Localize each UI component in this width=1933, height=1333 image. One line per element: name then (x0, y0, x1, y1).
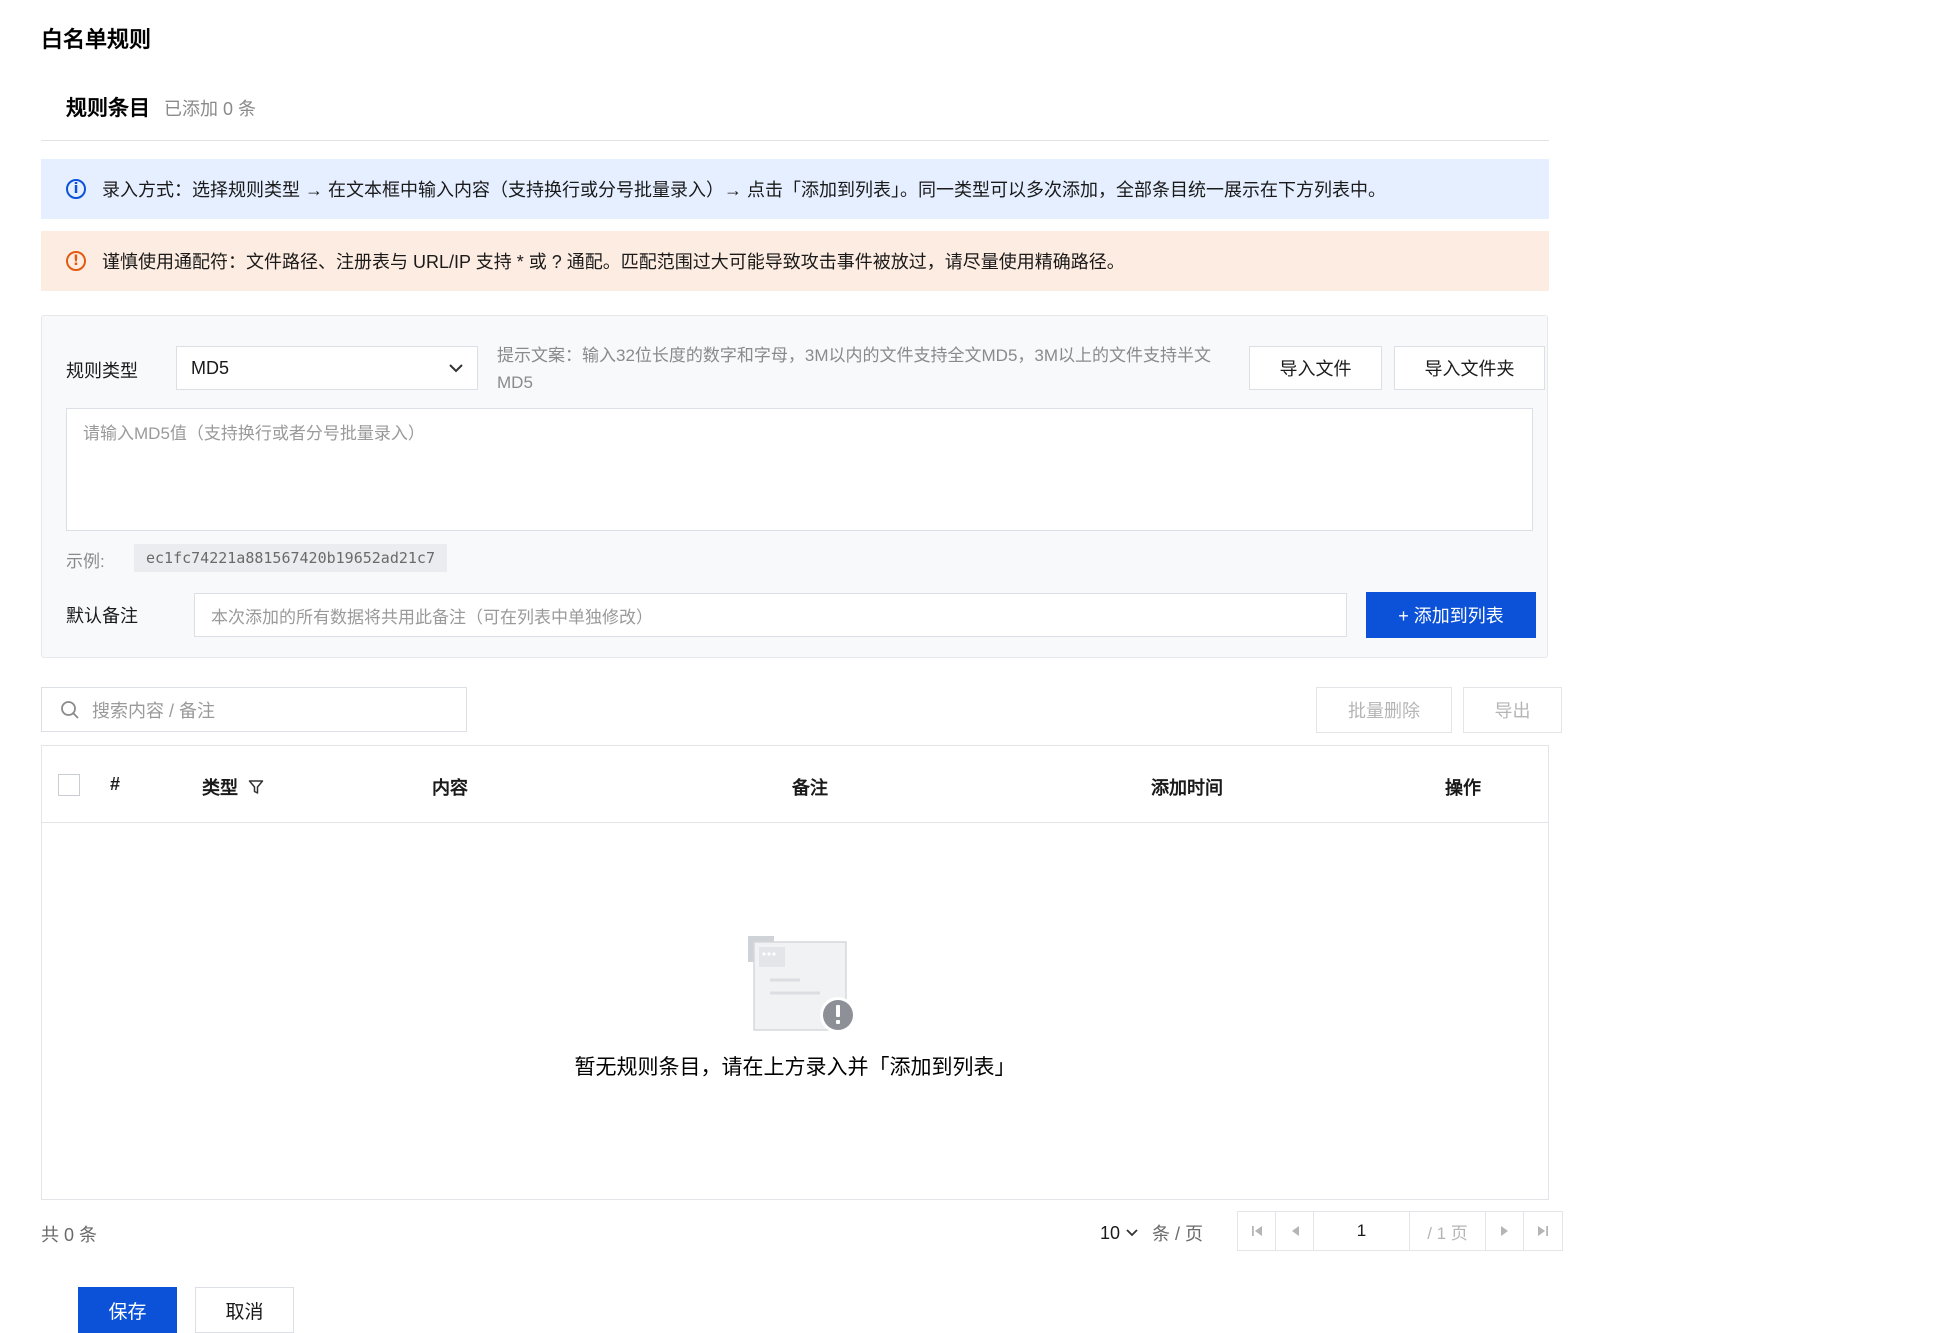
next-page-icon (1500, 1226, 1508, 1236)
prev-page-button[interactable] (1276, 1212, 1314, 1250)
cancel-button[interactable]: 取消 (195, 1287, 294, 1333)
page-title: 白名单规则 (41, 27, 152, 52)
info-alert-text: 录入方式：选择规则类型 → 在文本框中输入内容（支持换行或分号批量录入）→ 点击… (102, 180, 1386, 200)
example-label: 示例: (66, 552, 105, 571)
save-button[interactable]: 保存 (78, 1287, 177, 1333)
total-count: 共 0 条 (41, 1225, 98, 1245)
example-value: ec1fc74221a881567420b19652ad21c7 (134, 544, 447, 572)
chevron-down-icon (449, 360, 463, 376)
batch-delete-button[interactable]: 批量删除 (1316, 687, 1452, 733)
remark-placeholder: 本次添加的所有数据将共用此备注（可在列表中单独修改） (211, 607, 653, 627)
column-content: 内容 (432, 778, 468, 798)
last-page-icon (1538, 1226, 1548, 1236)
import-folder-button[interactable]: 导入文件夹 (1394, 346, 1545, 390)
column-remark: 备注 (792, 778, 828, 798)
remark-label: 默认备注 (66, 606, 138, 626)
rule-type-value: MD5 (191, 357, 230, 378)
rule-type-label: 规则类型 (66, 361, 138, 381)
table-header: # 类型 内容 备注 添加时间 操作 (42, 746, 1548, 823)
info-alert: i 录入方式：选择规则类型 → 在文本框中输入内容（支持换行或分号批量录入）→ … (41, 159, 1549, 219)
column-type[interactable]: 类型 (202, 774, 264, 800)
search-input[interactable]: 搜索内容 / 备注 (41, 687, 467, 732)
divider (41, 140, 1549, 141)
rule-type-hint: 提示文案：输入32位长度的数字和字母，3M以内的文件支持全文MD5，3M以上的文… (497, 346, 1212, 392)
import-file-button[interactable]: 导入文件 (1249, 346, 1382, 390)
default-remark-input[interactable]: 本次添加的所有数据将共用此备注（可在列表中单独修改） (194, 593, 1347, 637)
page-number-input[interactable]: 1 (1314, 1212, 1410, 1250)
page-size-unit: 条 / 页 (1152, 1224, 1204, 1244)
warning-alert: ! 谨慎使用通配符：文件路径、注册表与 URL/IP 支持 * 或 ? 通配。匹… (41, 231, 1549, 291)
column-type-label: 类型 (202, 778, 238, 798)
rule-type-select[interactable]: MD5 (176, 346, 478, 390)
first-page-button[interactable] (1238, 1212, 1276, 1250)
rule-entry-panel: 规则类型 MD5 提示文案：输入32位长度的数字和字母，3M以内的文件支持全文M… (41, 315, 1548, 658)
filter-icon[interactable] (248, 779, 264, 795)
pagination: 1 / 1 页 (1237, 1211, 1563, 1251)
prev-page-icon (1291, 1226, 1299, 1236)
select-all-checkbox[interactable] (58, 774, 80, 796)
warning-alert-text: 谨慎使用通配符：文件路径、注册表与 URL/IP 支持 * 或 ? 通配。匹配范… (102, 252, 1125, 272)
page-size-select[interactable]: 10 条 / 页 (1100, 1220, 1203, 1246)
textarea-placeholder: 请输入MD5值（支持换行或者分号批量录入） (83, 424, 425, 443)
export-button[interactable]: 导出 (1463, 687, 1562, 733)
column-actions: 操作 (1445, 778, 1481, 798)
column-added-time: 添加时间 (1151, 778, 1223, 798)
first-page-icon (1251, 1226, 1262, 1236)
rules-table: # 类型 内容 备注 添加时间 操作 暂无规则条目，请在上方录入并「添加到列表」 (41, 745, 1549, 1200)
info-icon: i (66, 179, 86, 199)
section-header: 规则条目 已添加 0 条 (66, 92, 256, 122)
next-page-button[interactable] (1486, 1212, 1524, 1250)
warning-icon: ! (66, 251, 86, 271)
rule-content-textarea[interactable]: 请输入MD5值（支持换行或者分号批量录入） (66, 408, 1533, 531)
total-pages: / 1 页 (1410, 1212, 1486, 1250)
column-index: # (110, 774, 121, 794)
section-title: 规则条目 (66, 97, 150, 120)
add-to-list-button[interactable]: + 添加到列表 (1366, 592, 1536, 638)
empty-state-text: 暂无规则条目，请在上方录入并「添加到列表」 (574, 1056, 1016, 1079)
search-placeholder: 搜索内容 / 备注 (92, 700, 216, 721)
chevron-down-icon (1126, 1229, 1138, 1237)
search-icon (61, 700, 79, 719)
last-page-button[interactable] (1524, 1212, 1562, 1250)
entry-count: 已添加 0 条 (164, 99, 257, 119)
page-size-value: 10 (1100, 1222, 1121, 1243)
empty-state-icon (748, 936, 860, 1041)
